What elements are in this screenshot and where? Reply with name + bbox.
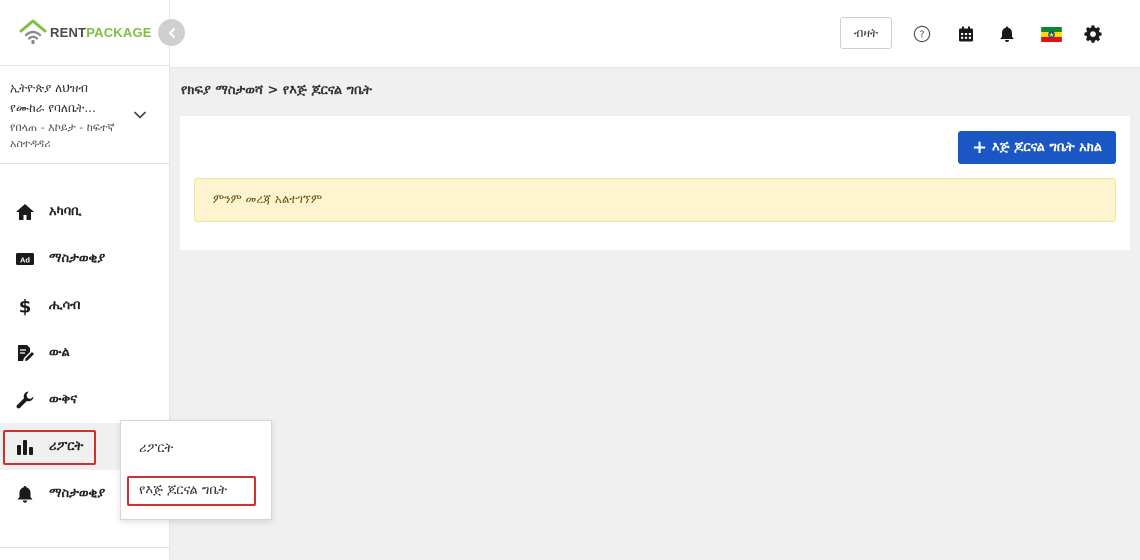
sidebar-item-label: ውቅና — [49, 392, 78, 407]
contract-icon — [14, 342, 36, 364]
top-bar: ብዛት ? — [170, 0, 1140, 68]
add-button-label: እጅ ጆርናል ግቤት አክል — [992, 140, 1103, 155]
selection-highlight — [3, 430, 96, 465]
account-switcher[interactable]: ኢትዮጵያ ለህዝብ የሙከራ የባለቤት... የበላጠ - እኮይታ - ከ… — [0, 66, 169, 164]
sidebar-item-contract[interactable]: ውል — [0, 329, 170, 376]
account-name: ኢትዮጵያ ለህዝብ የሙከራ የባለቤት... — [10, 81, 96, 115]
notifications-bell-icon[interactable] — [997, 24, 1017, 44]
language-flag-icon[interactable] — [1040, 24, 1062, 44]
submenu-item-report[interactable]: ሪፖርት — [139, 441, 173, 456]
logo-house-icon — [19, 19, 47, 44]
sidebar-item-label: ማስታወቂያ — [49, 251, 106, 266]
account-role: የበላጠ - እኮይታ - ከፍተኛ አስተዳዳሪ — [10, 121, 115, 150]
help-icon[interactable]: ? — [912, 24, 932, 44]
sidebar-item-settings[interactable]: ውቅና — [0, 376, 170, 423]
collapse-sidebar-button[interactable] — [158, 19, 185, 46]
logo[interactable]: RENTPACKAGE — [18, 18, 152, 46]
chevron-left-icon — [168, 27, 175, 38]
empty-state-alert: ምንም መረጃ አልተገኘም — [194, 178, 1116, 222]
svg-text:$: $ — [19, 296, 32, 316]
logo-rent-text: RENT — [50, 24, 87, 40]
dollar-icon: $ — [14, 295, 36, 317]
calendar-icon[interactable] — [956, 24, 976, 44]
sidebar-item-label: አካባቢ — [49, 204, 82, 219]
svg-text:?: ? — [919, 30, 924, 41]
sidebar-item-accounting[interactable]: $ ሒሳብ — [0, 282, 170, 329]
chevron-down-icon[interactable] — [133, 108, 147, 122]
plus-icon: + — [971, 136, 988, 158]
sidebar-item-home[interactable]: አካባቢ — [0, 188, 170, 235]
svg-text:Ad: Ad — [20, 255, 30, 264]
bell-icon — [14, 483, 36, 505]
sidebar-item-ads[interactable]: Ad ማስታወቂያ — [0, 235, 170, 282]
sidebar-item-label: ሒሳብ — [49, 298, 81, 313]
divider — [0, 547, 170, 548]
sidebar-item-label: ማስታወቂያ — [49, 486, 106, 501]
submenu-item-manual-journal[interactable]: የእጅ ጆርናል ግቤት — [139, 483, 227, 498]
reports-submenu: ሪፖርት የእጅ ጆርናል ግቤት — [120, 420, 272, 520]
logo-package-text: PACKAGE — [86, 24, 152, 40]
main-panel: + እጅ ጆርናል ግቤት አክል ምንም መረጃ አልተገኘም — [180, 116, 1130, 250]
home-icon — [14, 201, 36, 223]
gear-icon[interactable] — [1083, 24, 1103, 44]
logo-row: RENTPACKAGE — [0, 0, 169, 66]
breadcrumb[interactable]: የክፍያ ማስታወሻ > የእጅ ጆርናል ግቤት — [181, 83, 372, 98]
view-button[interactable]: ብዛት — [840, 17, 892, 49]
wrench-icon — [14, 389, 36, 411]
sidebar-item-label: ውል — [49, 345, 70, 360]
add-manual-journal-entry-button[interactable]: + እጅ ጆርናል ግቤት አክል — [958, 131, 1116, 164]
ad-icon: Ad — [14, 248, 36, 270]
